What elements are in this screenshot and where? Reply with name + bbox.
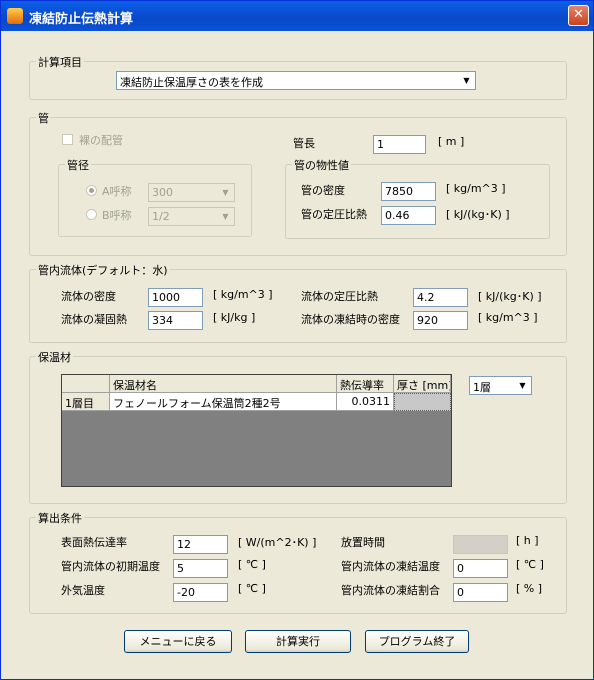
bare-pipe-checkbox[interactable] — [62, 134, 73, 145]
calc-item-select[interactable]: 凍結防止保温厚さの表を作成 ▼ — [116, 71, 476, 90]
fluid-frozen-density-unit: [ kg/m^3 ] — [478, 311, 538, 324]
fluid-cp-field[interactable]: 4.2 — [413, 288, 468, 307]
h-unit: [ W/(m^2･K) ] — [238, 536, 317, 549]
fluid-frozen-density-field[interactable]: 920 — [413, 311, 468, 330]
b-nominal-radio[interactable] — [86, 209, 97, 220]
init-temp-unit: [ ℃ ] — [238, 558, 266, 571]
diameter-group-label: 管径 — [65, 157, 91, 173]
layer-select[interactable]: 1層 ▼ — [469, 376, 532, 395]
fluid-frozen-density-label: 流体の凍結時の密度 — [301, 313, 400, 326]
pipe-density-field[interactable]: 7850 — [381, 182, 436, 201]
chevron-down-icon[interactable]: ▼ — [515, 378, 530, 393]
insulation-table[interactable]: 保温材名 熱伝導率 厚さ [mm] 1層目 フェノールフォーム保温筒2種2号 0… — [61, 374, 452, 487]
fluid-cp-label: 流体の定圧比熱 — [301, 290, 378, 303]
layer-select-value: 1層 — [473, 381, 491, 394]
pipe-length-label: 管長 — [293, 137, 315, 150]
calc-item-group-label: 計算項目 — [36, 54, 84, 70]
fluid-density-label: 流体の密度 — [61, 290, 116, 303]
main-window: 凍結防止伝熱計算 ✕ 計算項目 凍結防止保温厚さの表を作成 ▼ 管 裸の配管 管… — [0, 0, 594, 680]
ambient-unit: [ ℃ ] — [238, 582, 266, 595]
pipe-length-field[interactable]: 1 — [373, 135, 426, 154]
h-field[interactable]: 12 — [173, 535, 228, 554]
window-title: 凍結防止伝熱計算 — [29, 12, 134, 27]
table-row-layer: 1層目 — [62, 393, 110, 411]
title-bar[interactable]: 凍結防止伝熱計算 ✕ — [1, 1, 593, 31]
pipe-cp-label: 管の定圧比熱 — [301, 208, 367, 221]
freeze-temp-field[interactable]: 0 — [453, 559, 508, 578]
table-header-conductivity[interactable]: 熱伝導率 — [337, 375, 394, 393]
pipe-properties-group-label: 管の物性値 — [292, 157, 351, 173]
table-cell-name[interactable]: フェノールフォーム保温筒2種2号 — [110, 393, 337, 411]
exit-program-button[interactable]: プログラム終了 — [365, 630, 469, 653]
b-nominal-select[interactable]: 1/2 ▼ — [148, 207, 235, 226]
time-unit: [ h ] — [516, 534, 539, 547]
init-temp-field[interactable]: 5 — [173, 559, 228, 578]
table-cell-conductivity[interactable]: 0.0311 — [337, 393, 394, 411]
b-nominal-label: B呼称 — [102, 209, 132, 222]
run-calculation-button[interactable]: 計算実行 — [245, 630, 351, 653]
ambient-label: 外気温度 — [61, 584, 105, 597]
a-nominal-value: 300 — [152, 186, 173, 199]
chevron-down-icon[interactable]: ▼ — [218, 185, 233, 200]
ambient-field[interactable]: -20 — [173, 583, 228, 602]
fluid-group-label: 管内流体(デフォルト：水) — [36, 262, 170, 278]
fluid-cp-unit: [ kJ/(kg･K) ] — [478, 290, 542, 303]
freeze-temp-unit: [ ℃ ] — [516, 558, 544, 571]
calc-item-selected: 凍結防止保温厚さの表を作成 — [120, 76, 263, 89]
freeze-ratio-field[interactable]: 0 — [453, 583, 508, 602]
table-header-corner — [62, 375, 110, 393]
chevron-down-icon[interactable]: ▼ — [218, 209, 233, 224]
fluid-density-unit: [ kg/m^3 ] — [213, 288, 273, 301]
table-header-thickness[interactable]: 厚さ [mm] — [394, 375, 451, 393]
fluid-latent-label: 流体の凝固熱 — [61, 313, 127, 326]
init-temp-label: 管内流体の初期温度 — [61, 560, 160, 573]
pipe-density-unit: [ kg/m^3 ] — [446, 182, 506, 195]
b-nominal-value: 1/2 — [152, 210, 170, 223]
app-flame-icon — [7, 8, 23, 24]
table-header-name[interactable]: 保温材名 — [110, 375, 337, 393]
fluid-group: 管内流体(デフォルト：水) — [29, 262, 567, 343]
pipe-density-label: 管の密度 — [301, 184, 345, 197]
chevron-down-icon[interactable]: ▼ — [459, 73, 474, 88]
pipe-cp-field[interactable]: 0.46 — [381, 206, 436, 225]
pipe-properties-group: 管の物性値 — [285, 157, 550, 239]
conditions-group-label: 算出条件 — [36, 510, 84, 526]
fluid-density-field[interactable]: 1000 — [148, 288, 203, 307]
pipe-cp-unit: [ kJ/(kg･K) ] — [446, 208, 510, 221]
time-label: 放置時間 — [341, 536, 385, 549]
freeze-temp-label: 管内流体の凍結温度 — [341, 560, 440, 573]
a-nominal-label: A呼称 — [102, 185, 132, 198]
bare-pipe-label: 裸の配管 — [79, 134, 123, 147]
back-to-menu-button[interactable]: メニューに戻る — [124, 630, 232, 653]
fluid-latent-unit: [ kJ/kg ] — [213, 311, 256, 324]
insulation-group-label: 保温材 — [36, 349, 73, 365]
freeze-ratio-label: 管内流体の凍結割合 — [341, 584, 440, 597]
table-cell-thickness[interactable] — [394, 393, 451, 411]
a-nominal-select[interactable]: 300 ▼ — [148, 183, 235, 202]
h-label: 表面熱伝達率 — [61, 536, 127, 549]
freeze-ratio-unit: [ % ] — [516, 582, 543, 595]
close-button[interactable]: ✕ — [568, 5, 589, 26]
pipe-group-label: 管 — [36, 110, 51, 126]
fluid-latent-field[interactable]: 334 — [148, 311, 203, 330]
a-nominal-radio[interactable] — [86, 185, 97, 196]
pipe-length-unit: [ m ] — [438, 135, 465, 148]
time-field[interactable] — [453, 535, 508, 554]
